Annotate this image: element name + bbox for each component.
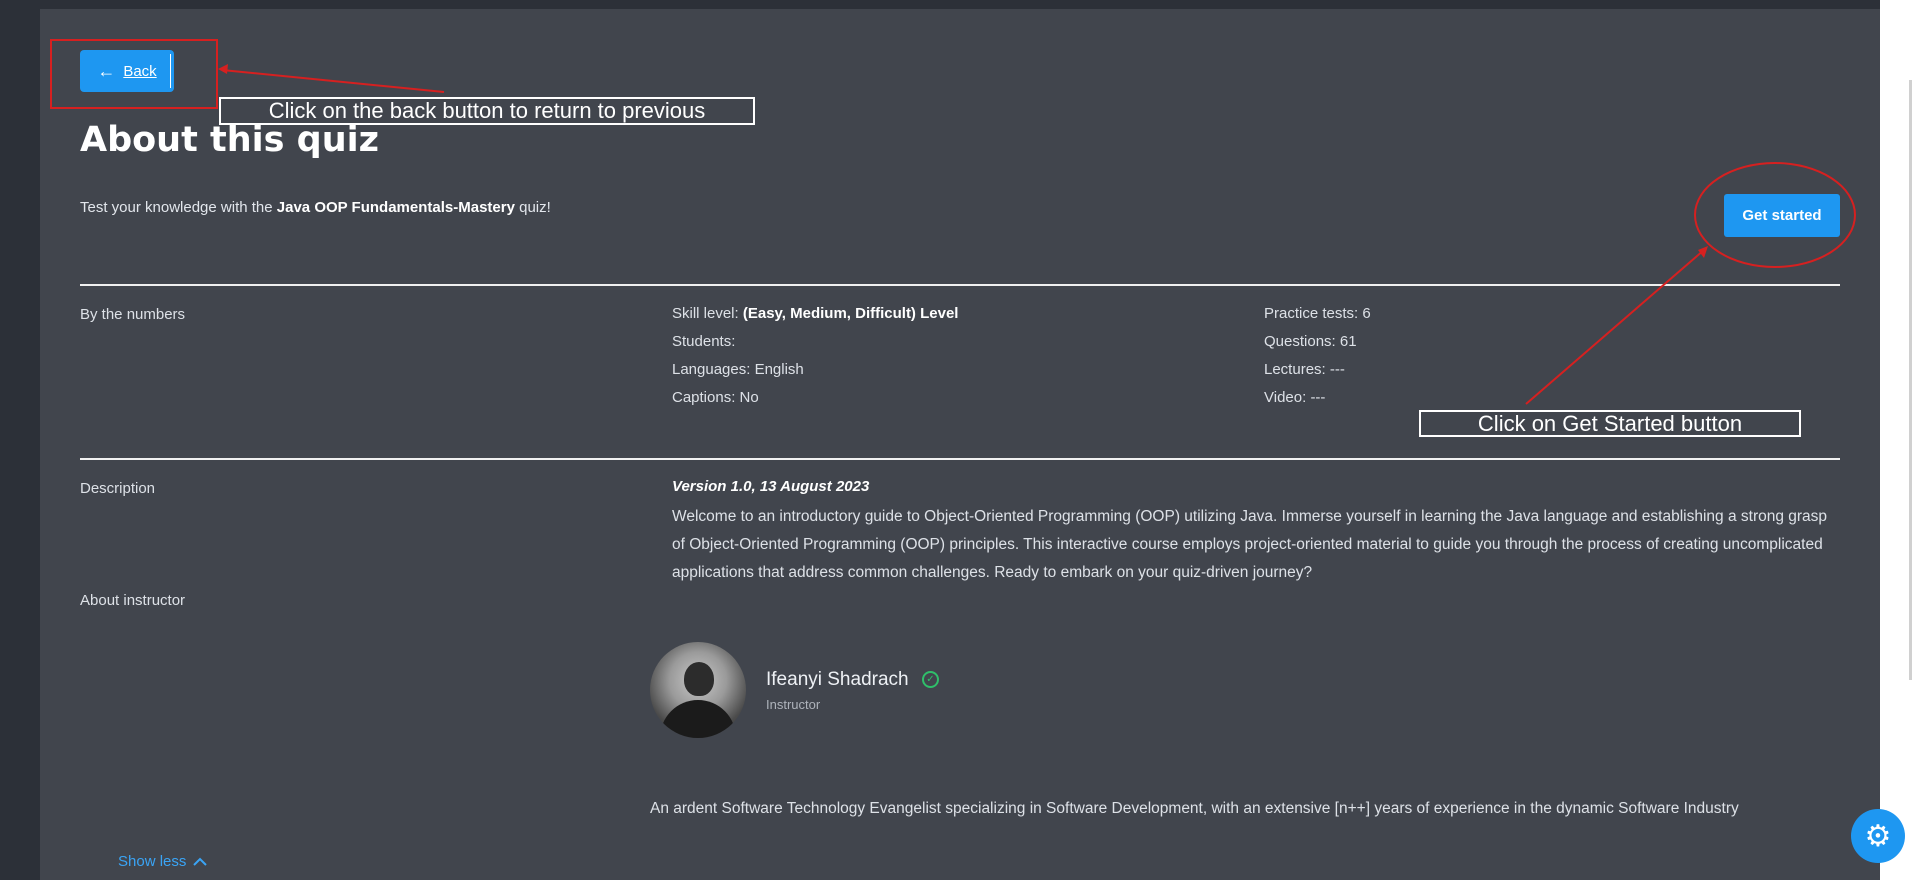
stat-languages: Languages: English bbox=[672, 361, 804, 378]
gear-icon: ⚙ bbox=[1864, 819, 1892, 853]
version-info: Version 1.0, 13 August 2023 bbox=[672, 478, 870, 495]
stat-practice-tests: Practice tests: 6 bbox=[1264, 305, 1371, 322]
get-started-annotation-label: Click on Get Started button bbox=[1419, 410, 1801, 437]
back-annotation-label: Click on the back button to return to pr… bbox=[219, 97, 755, 125]
numbers-column-1: Skill level: (Easy, Medium, Difficult) L… bbox=[672, 300, 958, 412]
stat-questions: Questions: 61 bbox=[1264, 333, 1357, 350]
section-label-description: Description bbox=[80, 480, 156, 497]
instructor-bio: An ardent Software Technology Evangelist… bbox=[650, 800, 1739, 817]
show-less-link[interactable]: Show less bbox=[118, 853, 207, 870]
check-circle-icon: ✓ bbox=[922, 671, 939, 688]
stat-captions: Captions: No bbox=[672, 389, 759, 406]
show-less-label: Show less bbox=[118, 853, 187, 870]
instructor-role: Instructor bbox=[766, 697, 821, 712]
description-text: Welcome to an introductory guide to Obje… bbox=[672, 508, 1828, 581]
chevron-up-icon bbox=[192, 857, 207, 866]
intro-prefix: Test your knowledge with the bbox=[80, 199, 277, 216]
page-title: About this quiz bbox=[80, 120, 380, 160]
section-label-numbers: By the numbers bbox=[80, 306, 186, 323]
avatar-shoulders bbox=[660, 700, 736, 738]
numbers-column-2: Practice tests: 6 Questions: 61 Lectures… bbox=[1264, 300, 1371, 412]
page-scrollbar-thumb[interactable] bbox=[1909, 80, 1912, 680]
section-label-instructor: About instructor bbox=[80, 592, 186, 609]
avatar bbox=[650, 642, 746, 738]
back-annotation-highlight bbox=[50, 39, 218, 109]
divider bbox=[80, 284, 1840, 286]
stat-video: Video: --- bbox=[1264, 389, 1326, 406]
get-started-annotation-highlight bbox=[1694, 162, 1856, 268]
avatar-head bbox=[684, 662, 714, 696]
quiz-intro: Test your knowledge with the Java OOP Fu… bbox=[80, 199, 551, 216]
stat-students: Students: bbox=[672, 333, 736, 350]
instructor-name: Ifeanyi Shadrach bbox=[766, 669, 909, 690]
stat-skill-level: Skill level: (Easy, Medium, Difficult) L… bbox=[672, 305, 959, 322]
stat-lectures: Lectures: --- bbox=[1264, 361, 1345, 378]
divider bbox=[80, 458, 1840, 460]
intro-suffix: quiz! bbox=[514, 199, 551, 216]
settings-button[interactable]: ⚙ bbox=[1851, 809, 1905, 863]
quiz-name: Java OOP Fundamentals-Mastery bbox=[276, 199, 515, 216]
